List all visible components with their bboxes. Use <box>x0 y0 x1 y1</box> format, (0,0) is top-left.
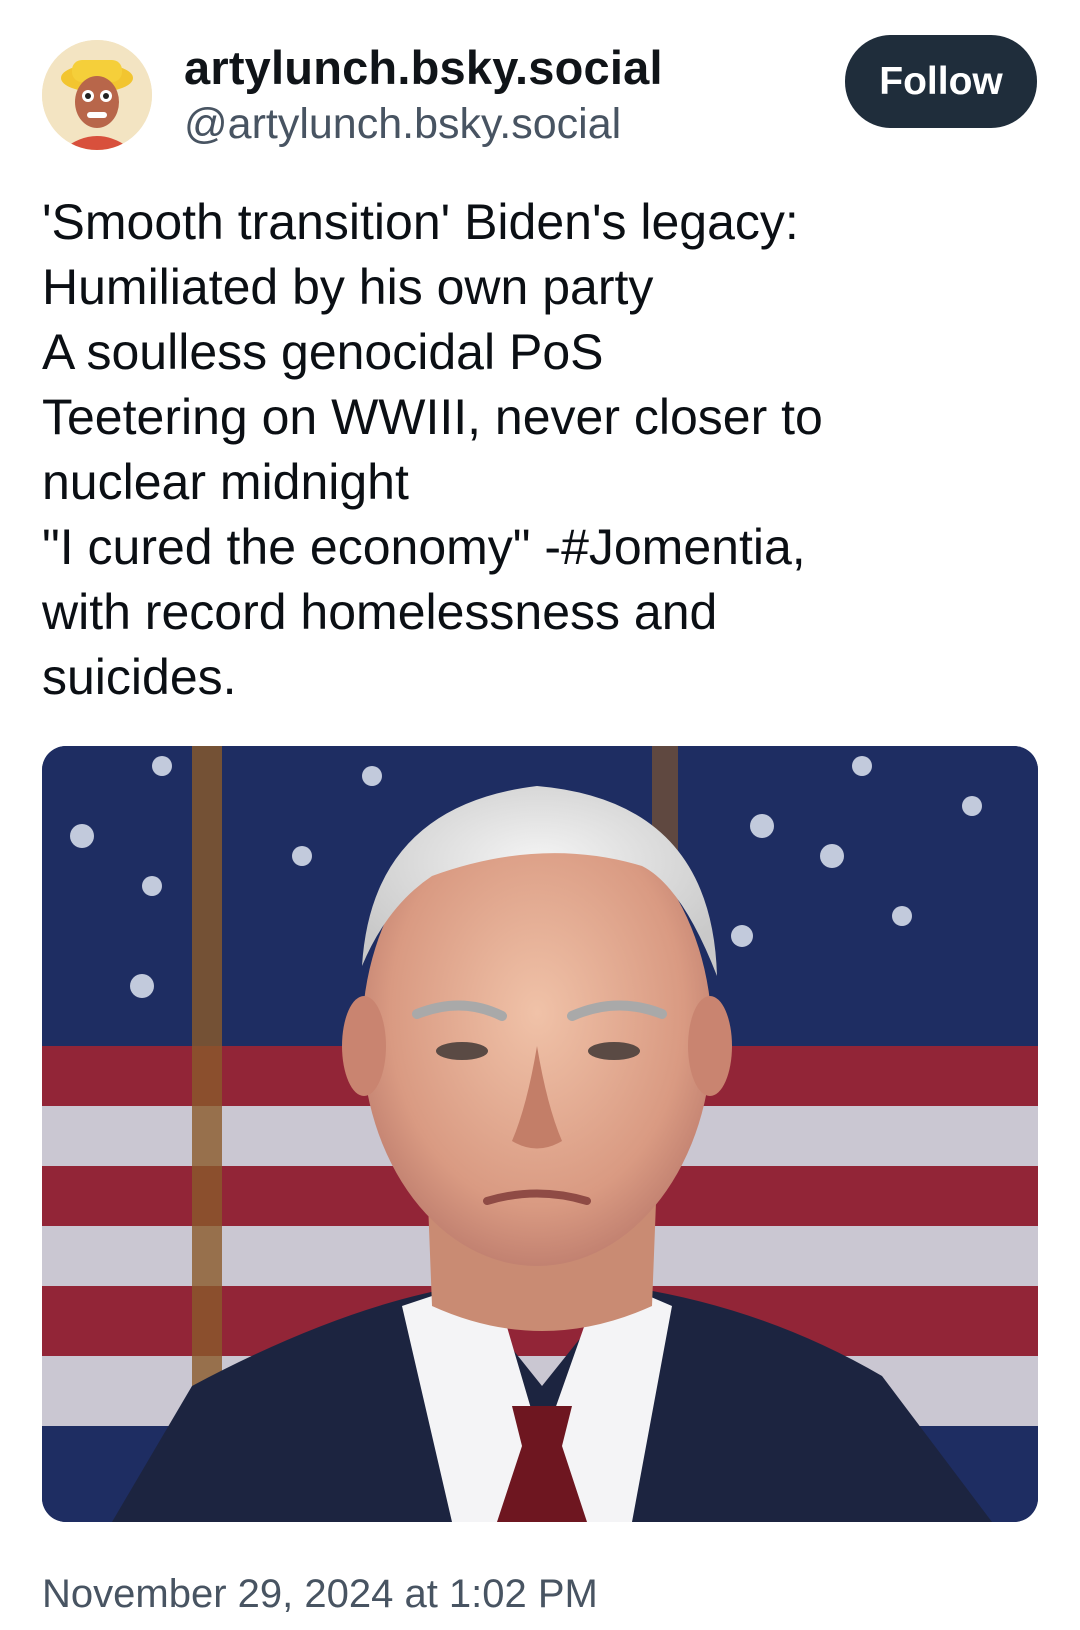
post-text-line: A soulless genocidal PoS <box>42 324 604 380</box>
post-text-line: "I cured the economy" -#Jomentia, <box>42 519 806 575</box>
photo-portrait-icon <box>42 746 1038 1522</box>
post-image[interactable] <box>42 746 1038 1522</box>
post-timestamp[interactable]: November 29, 2024 at 1:02 PM <box>42 1572 598 1617</box>
post-text: 'Smooth transition' Biden's legacy: Humi… <box>42 190 1042 710</box>
post-card: artylunch.bsky.social @artylunch.bsky.so… <box>0 0 1080 1630</box>
author-avatar[interactable] <box>42 40 152 150</box>
author-display-name[interactable]: artylunch.bsky.social <box>184 40 663 95</box>
author-handle[interactable]: @artylunch.bsky.social <box>184 100 621 149</box>
post-text-line: suicides. <box>42 649 237 705</box>
post-text-line: with record homelessness and <box>42 584 718 640</box>
post-text-line: Humiliated by his own party <box>42 259 654 315</box>
post-text-line: nuclear midnight <box>42 454 409 510</box>
post-text-line: 'Smooth transition' Biden's legacy: <box>42 194 799 250</box>
post-text-line: Teetering on WWIII, never closer to <box>42 389 823 445</box>
follow-button[interactable]: Follow <box>845 35 1037 128</box>
cartoon-portrait-icon <box>42 40 152 150</box>
